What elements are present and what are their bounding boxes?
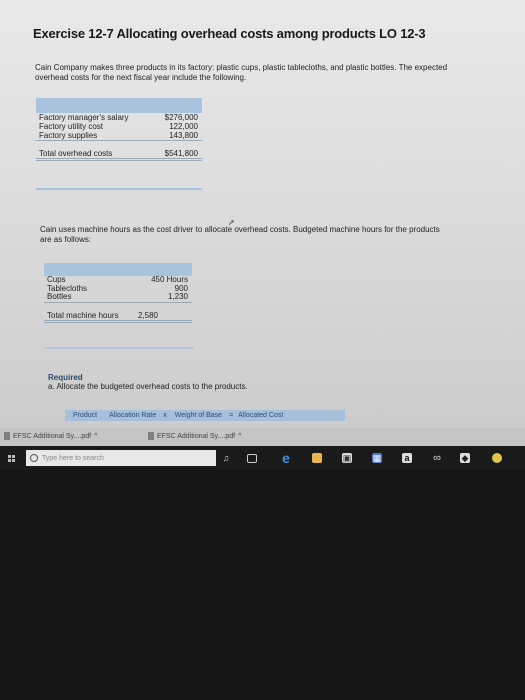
col-product: Product	[73, 412, 98, 419]
pdf-icon	[148, 432, 154, 440]
chrome-icon[interactable]	[492, 453, 502, 463]
task-view-icon[interactable]	[247, 454, 257, 463]
row-label: Bottles	[47, 292, 72, 301]
pdf-icon	[4, 432, 10, 440]
row-value: 122,000	[169, 122, 198, 131]
row-value: 1,230	[167, 292, 188, 301]
intro-text: Cain Company makes three products in its…	[35, 63, 448, 82]
row-label: Factory supplies	[39, 131, 98, 140]
total-row: Total overhead costs $541,800	[36, 149, 202, 161]
total-value: $541,800	[164, 149, 198, 158]
divider	[44, 347, 194, 349]
chevron-up-icon[interactable]: ^	[238, 433, 241, 440]
calculator-icon[interactable]: ▦	[372, 453, 382, 463]
row-value: $276,000	[164, 113, 198, 122]
col-weight-of-base: Weight of Base	[174, 412, 223, 419]
dark-background	[0, 470, 525, 700]
table-header-bar	[36, 98, 202, 113]
table-row: Factory manager's salary $276,000	[36, 113, 202, 122]
microphone-icon[interactable]: ♫	[221, 453, 231, 463]
divider	[36, 188, 202, 190]
total-label: Total overhead costs	[39, 149, 113, 158]
required-section: Required a. Allocate the budgeted overhe…	[48, 373, 248, 391]
app-icon[interactable]: ◆	[460, 453, 470, 463]
row-value: 143,800	[169, 131, 198, 140]
infinity-icon[interactable]: ∞	[432, 453, 442, 464]
table-row: Factory supplies 143,800	[36, 131, 202, 141]
edge-icon[interactable]: e	[281, 451, 291, 465]
amazon-icon[interactable]: a	[402, 453, 412, 463]
download-filename: EFSC Additional Sy....pdf	[13, 432, 92, 440]
download-filename: EFSC Additional Sy....pdf	[157, 432, 236, 440]
file-explorer-icon[interactable]	[312, 453, 322, 463]
col-allocated-cost: Allocated Cost	[238, 412, 284, 419]
times-sign: x	[163, 412, 167, 419]
search-input[interactable]: Type here to search	[26, 450, 216, 466]
download-item[interactable]: EFSC Additional Sy....pdf ^	[148, 432, 241, 440]
total-label: Total machine hours	[47, 310, 119, 320]
total-row: Total machine hours 2,580	[44, 310, 192, 323]
required-item: a. Allocate the budgeted overhead costs …	[48, 382, 248, 391]
required-heading: Required	[48, 373, 83, 382]
row-label: Factory manager's salary	[39, 113, 129, 122]
store-icon[interactable]: ▣	[342, 453, 352, 463]
driver-text: Cain uses machine hours as the cost driv…	[40, 225, 440, 244]
machine-hours-table: Cups 450 Hours Tablecloths 900 Bottles 1…	[44, 263, 192, 323]
row-label: Factory utility cost	[39, 122, 104, 131]
equals-sign: =	[229, 412, 234, 419]
search-icon	[30, 454, 38, 462]
total-value: 2,580	[137, 310, 158, 320]
chevron-up-icon[interactable]: ^	[94, 433, 97, 440]
col-allocation-rate: Allocation Rate	[109, 412, 157, 419]
table-row: Bottles 1,230	[44, 292, 192, 303]
windows-start-icon[interactable]	[8, 455, 16, 463]
page-title: Exercise 12-7 Allocating overhead costs …	[33, 26, 426, 41]
allocation-table-header: Product Allocation Rate x Weight of Base…	[65, 410, 345, 421]
browser-content: Exercise 12-7 Allocating overhead costs …	[0, 0, 525, 466]
table-row: Factory utility cost 122,000	[36, 122, 202, 131]
taskbar: Type here to search ♫ e ▣ ▦ a ∞ ◆	[0, 446, 525, 470]
download-bar: EFSC Additional Sy....pdf ^ EFSC Additio…	[0, 428, 525, 446]
download-item[interactable]: EFSC Additional Sy....pdf ^	[4, 432, 97, 440]
overhead-table: Factory manager's salary $276,000 Factor…	[36, 98, 202, 161]
search-placeholder: Type here to search	[42, 454, 104, 462]
